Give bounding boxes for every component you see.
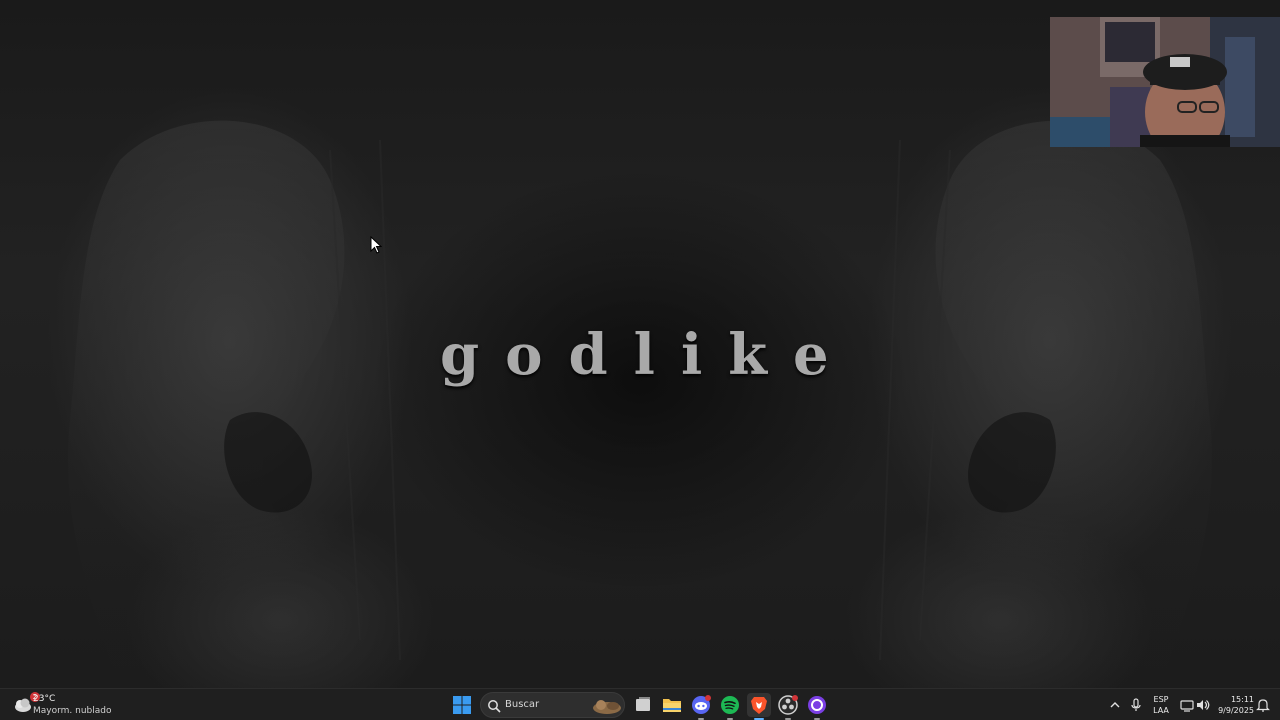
language-top: ESP xyxy=(1153,695,1169,704)
spotify-button[interactable] xyxy=(718,693,742,720)
clock-time: 15:11 xyxy=(1230,695,1254,704)
taskbar: 2 23°C Mayorm. nublado Buscar ESP LAA 15… xyxy=(0,688,1280,720)
obs-icon xyxy=(778,695,798,715)
clock[interactable]: 15:11 9/9/2025 xyxy=(1214,694,1254,718)
purple-ring-icon xyxy=(808,696,826,714)
volume-icon[interactable] xyxy=(1196,697,1210,713)
brave-icon xyxy=(751,697,767,714)
weather-temperature: 23°C xyxy=(33,694,56,704)
obs-button[interactable] xyxy=(776,693,800,720)
webcam-overlay xyxy=(1050,17,1280,147)
language-indicator[interactable]: ESP LAA xyxy=(1150,694,1172,718)
task-view-button[interactable] xyxy=(631,693,655,717)
chevron-up-icon[interactable] xyxy=(1108,697,1122,713)
windows-start-button[interactable] xyxy=(453,696,471,714)
purple-app-button[interactable] xyxy=(805,693,829,720)
taskbar-search[interactable]: Buscar xyxy=(480,692,625,718)
folder-icon xyxy=(663,699,681,712)
spotify-icon xyxy=(721,696,739,714)
desktop[interactable]: godlike xyxy=(0,0,1280,688)
search-label: Buscar xyxy=(505,699,540,710)
brave-button[interactable] xyxy=(747,693,771,720)
language-bottom: LAA xyxy=(1153,706,1169,715)
weather-description: Mayorm. nublado xyxy=(33,706,112,716)
file-explorer-button[interactable] xyxy=(660,693,684,717)
weather-widget[interactable]: 2 23°C Mayorm. nublado xyxy=(10,692,120,718)
search-highlight-icon xyxy=(593,700,621,714)
discord-icon xyxy=(692,695,711,714)
cloud-icon xyxy=(15,698,31,712)
network-icon[interactable] xyxy=(1180,697,1194,713)
mouse-cursor-icon xyxy=(370,236,382,254)
task-view-icon xyxy=(636,697,650,711)
notification-icon[interactable] xyxy=(1256,697,1270,713)
wallpaper-title: godlike xyxy=(440,322,855,388)
discord-button[interactable] xyxy=(689,693,713,720)
search-icon xyxy=(488,700,501,713)
clock-date: 9/9/2025 xyxy=(1218,706,1254,715)
webcam-image xyxy=(1050,17,1280,147)
microphone-icon[interactable] xyxy=(1130,697,1142,713)
